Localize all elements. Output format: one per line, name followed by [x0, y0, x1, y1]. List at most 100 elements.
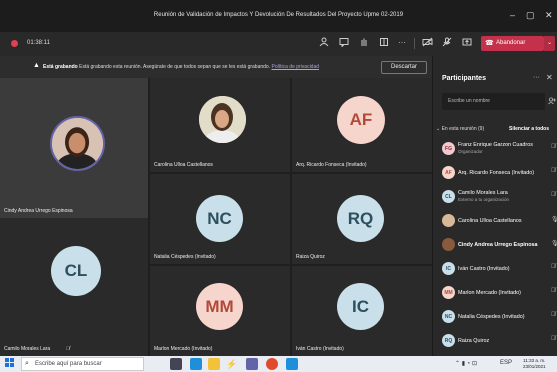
- mic-muted-icon: 🎙̸: [551, 336, 556, 342]
- participant-row[interactable]: AF Arq. Ricardo Fonseca (Invitado) 🎙̸: [442, 162, 557, 186]
- participant-role: Organizador: [458, 149, 483, 154]
- participant-row[interactable]: FG Franz Enrique Garzon Cuadros Organiza…: [442, 138, 557, 162]
- video-tile[interactable]: RQ Raiza Quiroz: [292, 174, 432, 264]
- participant-name: Iván Castro (Invitado): [458, 266, 510, 272]
- taskbar-search-placeholder: Escribe aquí para buscar: [35, 361, 102, 367]
- clock-date: 23/01/2021: [523, 364, 546, 369]
- mic-muted-icon: 🎙̸: [551, 192, 556, 198]
- dismiss-button[interactable]: Descartar: [381, 61, 427, 74]
- mic-muted-icon: 🎙̸: [551, 264, 556, 270]
- participants-panel: Participantes ··· ✕ Escribe un nombre ⌄ …: [432, 56, 557, 356]
- language-indicator[interactable]: ESP: [500, 360, 512, 366]
- windows-start-icon[interactable]: [5, 358, 14, 370]
- video-tile[interactable]: NC Natalia Céspedes (Invitado): [150, 174, 290, 264]
- close-window-button[interactable]: ✕: [545, 10, 553, 21]
- taskbar-search-input[interactable]: ⌕ Escribe aquí para buscar: [21, 357, 144, 371]
- participant-name: Cindy Andrea Urrego Espinosa: [4, 208, 73, 214]
- participant-photo: [199, 96, 246, 143]
- mic-icon: 🎙: [551, 241, 557, 247]
- panel-close-icon[interactable]: ✕: [546, 73, 553, 82]
- participant-name: Arq. Ricardo Fonseca (Invitado): [296, 162, 367, 168]
- recording-message: Está grabando Está grabando esta reunión…: [43, 64, 319, 70]
- participant-row[interactable]: Cindy Andrea Urrego Espinosa 🎙: [442, 234, 557, 258]
- task-view-icon[interactable]: [170, 358, 182, 370]
- chat-icon[interactable]: [338, 37, 350, 49]
- participant-name: Iván Castro (Invitado): [296, 346, 344, 352]
- recording-banner: ▲ Está grabando Está grabando esta reuni…: [0, 56, 432, 78]
- warning-icon: ▲: [33, 62, 40, 69]
- participant-avatar: MM: [442, 286, 455, 299]
- participant-photo: [50, 116, 105, 171]
- panel-more-icon[interactable]: ···: [533, 74, 540, 81]
- participant-role: Externo a tu organización: [458, 197, 510, 202]
- taskbar-clock[interactable]: 11:33 a. m. 23/01/2021: [523, 358, 546, 370]
- meeting-timer: 01:38:11: [27, 40, 50, 46]
- participant-name: Raiza Quiroz: [458, 338, 490, 344]
- leave-meeting-button[interactable]: ☎ Abandonar: [481, 36, 544, 51]
- participants-icon[interactable]: [318, 37, 330, 49]
- title-bar: Reunión de Validación de Impactos Y Devo…: [0, 0, 557, 32]
- edge-icon[interactable]: [190, 358, 202, 370]
- search-icon: ⌕: [25, 360, 29, 367]
- participant-name: Franz Enrique Garzon Cuadros: [458, 142, 533, 148]
- teams-icon[interactable]: [246, 358, 258, 370]
- privacy-policy-link[interactable]: Política de privacidad: [272, 64, 320, 70]
- mute-all-button[interactable]: Silenciar a todos: [509, 126, 549, 132]
- system-tray-icons[interactable]: ⌃ ▮ ◔ ⊡: [455, 360, 477, 367]
- participant-name: Natalia Céspedes (Invitado): [154, 254, 216, 260]
- mic-muted-icon: 🎙̸: [551, 312, 556, 318]
- video-tile[interactable]: Carolina Ulloa Castellanos: [150, 78, 290, 172]
- participant-photo: [442, 238, 455, 251]
- share-screen-icon[interactable]: [461, 37, 473, 49]
- app-icon[interactable]: [286, 358, 298, 370]
- participant-avatar: RQ: [337, 195, 384, 242]
- participant-name: Camilo Morales Lara: [458, 190, 508, 196]
- participant-row[interactable]: NC Natalia Céspedes (Invitado) 🎙̸: [442, 306, 557, 330]
- participant-name: Raiza Quiroz: [296, 254, 325, 260]
- participant-avatar: CL: [442, 190, 455, 203]
- participant-name: Cindy Andrea Urrego Espinosa: [458, 242, 538, 248]
- participant-row[interactable]: CL Camilo Morales Lara Externo a tu orga…: [442, 186, 557, 210]
- participant-row[interactable]: MM Marlon Mercado (Invitado) 🎙̸: [442, 282, 557, 306]
- mic-muted-icon: 🎙̸: [551, 144, 556, 150]
- mic-muted-icon: 🎙̸: [66, 346, 70, 352]
- video-tile[interactable]: MM Marlon Mercado (Invitado): [150, 266, 290, 356]
- participant-search-input[interactable]: Escribe un nombre: [442, 93, 545, 110]
- video-tile-self[interactable]: Cindy Andrea Urrego Espinosa: [0, 78, 148, 218]
- lightning-app-icon[interactable]: ⚡: [226, 358, 238, 370]
- breakout-rooms-icon[interactable]: [378, 37, 390, 49]
- video-tile[interactable]: AF Arq. Ricardo Fonseca (Invitado): [292, 78, 432, 172]
- mic-icon: 🎙: [551, 217, 557, 223]
- chrome-icon[interactable]: [266, 358, 278, 370]
- participant-row[interactable]: Carolina Ulloa Castellanos 🎙: [442, 210, 557, 234]
- leave-options-chevron-down-icon[interactable]: ⌄: [544, 36, 555, 51]
- participant-row[interactable]: RQ Raiza Quiroz 🎙̸: [442, 330, 557, 354]
- recording-text: Está grabando esta reunión. Asegúrate de…: [77, 64, 272, 70]
- video-tile[interactable]: IC Iván Castro (Invitado): [292, 266, 432, 356]
- participant-avatar: NC: [442, 310, 455, 323]
- file-explorer-icon[interactable]: [208, 358, 220, 370]
- participant-name: Marlon Mercado (Invitado): [154, 346, 213, 352]
- video-tile[interactable]: CL Camilo Morales Lara 🎙̸: [0, 218, 148, 356]
- minimize-button[interactable]: –: [510, 10, 515, 20]
- meeting-toolbar: 01:38:11 ··· ☎ Abandonar ⌄: [0, 32, 557, 56]
- raise-hand-icon[interactable]: [358, 37, 370, 49]
- participant-avatar: AF: [442, 166, 455, 179]
- window-title: Reunión de Validación de Impactos Y Devo…: [153, 12, 404, 18]
- more-actions-icon[interactable]: ···: [396, 37, 408, 49]
- toolbar-divider: [414, 38, 415, 49]
- camera-off-icon[interactable]: [421, 37, 433, 49]
- participant-name: Arq. Ricardo Fonseca (Invitado): [458, 170, 535, 176]
- phone-icon: ☎: [485, 40, 494, 47]
- participant-avatar: MM: [196, 283, 243, 330]
- in-meeting-section[interactable]: ⌄ En esta reunión (9): [436, 126, 484, 132]
- section-label: En esta reunión (9): [441, 126, 485, 132]
- participant-row[interactable]: IC Iván Castro (Invitado) 🎙̸: [442, 258, 557, 282]
- mic-off-icon[interactable]: [441, 37, 453, 49]
- participant-avatar: CL: [51, 246, 101, 296]
- recording-icon: [11, 40, 18, 47]
- participant-avatar: FG: [442, 142, 455, 155]
- maximize-button[interactable]: ▢: [526, 10, 535, 21]
- add-people-icon[interactable]: [548, 97, 556, 107]
- participant-photo: [442, 214, 455, 227]
